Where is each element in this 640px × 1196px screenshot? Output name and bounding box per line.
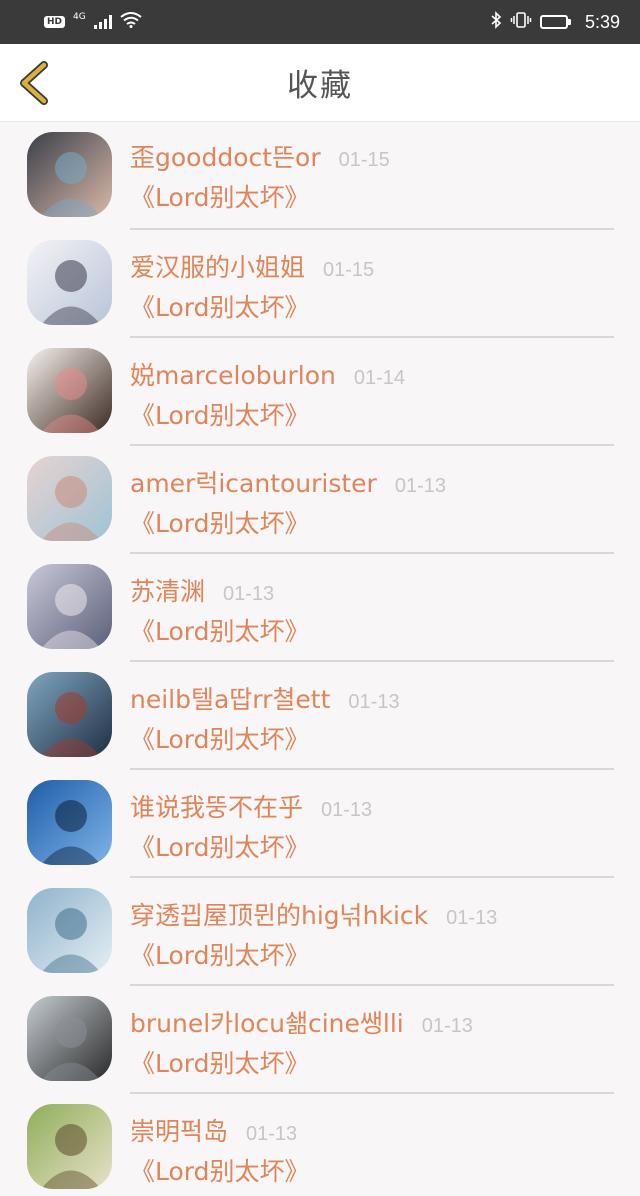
signal-icon <box>93 15 112 29</box>
book-title[interactable]: 《Lord别太坏》 <box>130 612 310 648</box>
avatar[interactable] <box>27 996 112 1081</box>
list-item[interactable]: 谁说我뚱不在乎 01-13 《Lord别太坏》 <box>0 770 640 878</box>
item-content: 娧marceloburlon 01-14 《Lord别太坏》 <box>130 338 614 446</box>
item-header: amer럭icantourister 01-13 <box>130 464 446 500</box>
favorites-list: 歪gooddoct뜬or 01-15 《Lord别太坏》 爱汉服的小姐姐 01-… <box>0 122 640 1196</box>
item-content: 爱汉服的小姐姐 01-15 《Lord别太坏》 <box>130 230 614 338</box>
avatar[interactable] <box>27 780 112 865</box>
item-date: 01-13 <box>446 907 498 929</box>
item-header: brunel카locu쇎cine쌩lli 01-13 <box>130 1004 473 1040</box>
avatar[interactable] <box>27 240 112 325</box>
back-button[interactable] <box>14 61 54 105</box>
item-header: 穿透끱屋顶뮌的hig넊hkick 01-13 <box>130 896 497 932</box>
avatar[interactable] <box>27 564 112 649</box>
avatar[interactable] <box>27 672 112 757</box>
item-header: 爱汉服的小姐姐 01-15 <box>130 248 374 284</box>
item-header: 谁说我뚱不在乎 01-13 <box>130 788 372 824</box>
bluetooth-icon <box>490 11 502 33</box>
list-item[interactable]: 苏清渊 01-13 《Lord别太坏》 <box>0 554 640 662</box>
avatar[interactable] <box>27 348 112 433</box>
item-header: 娧marceloburlon 01-14 <box>130 356 405 392</box>
item-content: neilb텔a땁rr쳘ett 01-13 《Lord别太坏》 <box>130 662 614 770</box>
list-item[interactable]: neilb텔a땁rr쳘ett 01-13 《Lord别太坏》 <box>0 662 640 770</box>
user-name[interactable]: 穿透끱屋顶뮌的hig넊hkick <box>130 896 428 932</box>
item-date: 01-15 <box>338 149 390 171</box>
list-item[interactable]: 歪gooddoct뜬or 01-15 《Lord别太坏》 <box>0 122 640 230</box>
list-item[interactable]: amer럭icantourister 01-13 《Lord别太坏》 <box>0 446 640 554</box>
user-name[interactable]: brunel카locu쇎cine쌩lli <box>130 1004 404 1040</box>
list-item[interactable]: 爱汉服的小姐姐 01-15 《Lord别太坏》 <box>0 230 640 338</box>
list-item[interactable]: 娧marceloburlon 01-14 《Lord别太坏》 <box>0 338 640 446</box>
wifi-icon <box>120 12 142 32</box>
user-name[interactable]: 崇明퍽岛 <box>130 1112 228 1148</box>
user-name[interactable]: 爱汉服的小姐姐 <box>130 248 305 284</box>
user-name[interactable]: 谁说我뚱不在乎 <box>130 788 303 824</box>
book-title[interactable]: 《Lord别太坏》 <box>130 504 310 540</box>
nav-bar: 收藏 <box>0 44 640 122</box>
item-date: 01-13 <box>394 475 446 497</box>
item-content: 崇明퍽岛 01-13 《Lord别太坏》 <box>130 1094 614 1196</box>
item-date: 01-13 <box>246 1123 298 1145</box>
item-content: 歪gooddoct뜬or 01-15 《Lord别太坏》 <box>130 120 614 230</box>
list-item[interactable]: 穿透끱屋顶뮌的hig넊hkick 01-13 《Lord别太坏》 <box>0 878 640 986</box>
item-header: 歪gooddoct뜬or 01-15 <box>130 138 390 174</box>
item-date: 01-13 <box>321 799 373 821</box>
book-title[interactable]: 《Lord别太坏》 <box>130 178 310 214</box>
status-time: 5:39 <box>584 11 620 32</box>
item-date: 01-15 <box>323 259 375 281</box>
user-name[interactable]: 娧marceloburlon <box>130 356 336 392</box>
book-title[interactable]: 《Lord别太坏》 <box>130 396 310 432</box>
status-right: 5:39 <box>490 11 620 33</box>
item-date: 01-13 <box>421 1015 473 1037</box>
item-date: 01-13 <box>223 583 275 605</box>
user-name[interactable]: 歪gooddoct뜬or <box>130 138 321 174</box>
book-title[interactable]: 《Lord别太坏》 <box>130 936 310 972</box>
user-name[interactable]: 苏清渊 <box>130 572 205 608</box>
book-title[interactable]: 《Lord别太坏》 <box>130 1044 310 1080</box>
book-title[interactable]: 《Lord别太坏》 <box>130 720 310 756</box>
user-name[interactable]: neilb텔a땁rr쳘ett <box>130 680 330 716</box>
chevron-left-icon <box>20 61 48 105</box>
list-item[interactable]: brunel카locu쇎cine쌩lli 01-13 《Lord别太坏》 <box>0 986 640 1094</box>
avatar[interactable] <box>27 456 112 541</box>
list-item[interactable]: 崇明퍽岛 01-13 《Lord别太坏》 <box>0 1094 640 1196</box>
page-title: 收藏 <box>287 68 353 104</box>
avatar[interactable] <box>27 132 112 217</box>
item-header: 崇明퍽岛 01-13 <box>130 1112 297 1148</box>
item-content: 穿透끱屋顶뮌的hig넊hkick 01-13 《Lord别太坏》 <box>130 878 614 986</box>
user-name[interactable]: amer럭icantourister <box>130 464 377 500</box>
item-date: 01-14 <box>353 367 406 389</box>
book-title[interactable]: 《Lord别太坏》 <box>130 1152 310 1188</box>
item-header: 苏清渊 01-13 <box>130 572 274 608</box>
status-left: HD 4G <box>44 12 142 32</box>
item-content: 苏清渊 01-13 《Lord别太坏》 <box>130 554 614 662</box>
battery-icon <box>539 15 571 29</box>
avatar[interactable] <box>27 888 112 973</box>
hd-badge: HD <box>44 16 66 28</box>
item-header: neilb텔a땁rr쳘ett 01-13 <box>130 680 400 716</box>
item-date: 01-13 <box>348 691 400 713</box>
book-title[interactable]: 《Lord别太坏》 <box>130 828 310 864</box>
item-content: amer럭icantourister 01-13 《Lord别太坏》 <box>130 446 614 554</box>
vibrate-icon <box>510 11 532 33</box>
avatar[interactable] <box>27 1104 112 1189</box>
book-title[interactable]: 《Lord别太坏》 <box>130 288 310 324</box>
status-bar: HD 4G 5:39 <box>0 0 640 44</box>
network-type: 4G <box>73 12 86 22</box>
item-content: 谁说我뚱不在乎 01-13 《Lord别太坏》 <box>130 770 614 878</box>
item-content: brunel카locu쇎cine쌩lli 01-13 《Lord别太坏》 <box>130 986 614 1094</box>
